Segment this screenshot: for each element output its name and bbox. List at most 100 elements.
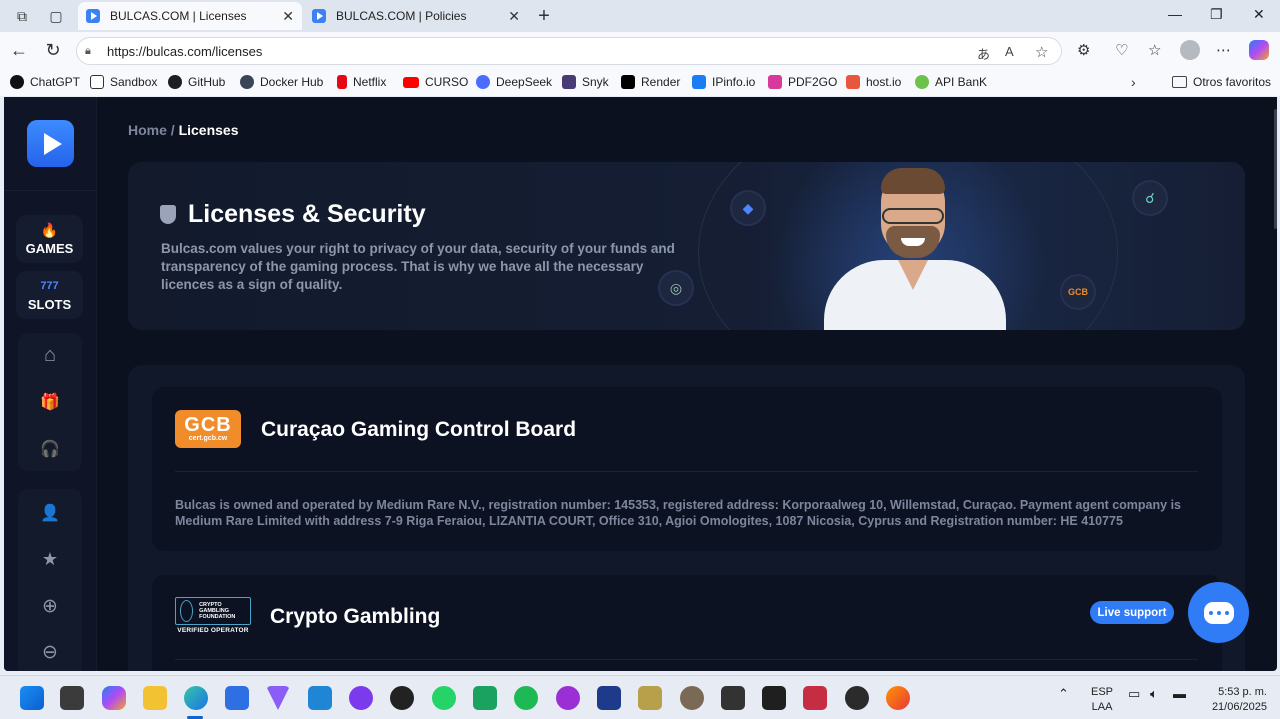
minimize-icon[interactable]: —: [1168, 6, 1182, 22]
bulcas-favicon-icon: [86, 9, 100, 23]
profile-avatar[interactable]: [1180, 40, 1200, 60]
crypto-gambling-foundation-logo[interactable]: CRYPTO GAMBLING FOUNDATION VERIFIED OPER…: [175, 597, 251, 639]
volume-icon[interactable]: 🔈︎: [1150, 686, 1158, 702]
page-scrollbar[interactable]: [1274, 109, 1277, 229]
home-icon[interactable]: ⌂: [18, 344, 82, 367]
p-app-icon[interactable]: [597, 686, 621, 710]
battery-icon[interactable]: ▬: [1173, 686, 1186, 701]
bookmark-pdf2go[interactable]: PDF2GO: [768, 75, 837, 89]
minus-circle-icon[interactable]: ⊖: [18, 641, 82, 664]
inkscape-icon[interactable]: [721, 686, 745, 710]
bookmark-deepseek[interactable]: DeepSeek: [476, 75, 552, 89]
bookmark-sandbox[interactable]: Sandbox: [90, 75, 157, 89]
star-icon[interactable]: ★: [18, 549, 82, 570]
flame-icon: 🔥: [40, 221, 59, 238]
firefox-icon[interactable]: [886, 686, 910, 710]
tab-licenses[interactable]: BULCAS.COM | Licenses ✕: [78, 2, 302, 30]
proton-vpn-icon[interactable]: [266, 686, 290, 710]
podcast-app-icon[interactable]: [556, 686, 580, 710]
game-app-icon[interactable]: [845, 686, 869, 710]
edge-icon[interactable]: [184, 686, 208, 710]
close-tab-icon[interactable]: ✕: [508, 8, 520, 25]
site-info-icon[interactable]: 🔒︎: [85, 45, 103, 58]
new-tab-icon[interactable]: +: [534, 5, 554, 27]
bookmark-netflix[interactable]: Netflix: [337, 75, 386, 89]
breadcrumb-home[interactable]: Home: [128, 122, 167, 138]
bookmark-api-bank[interactable]: API BanK: [915, 75, 987, 89]
chat-button[interactable]: [1188, 582, 1249, 643]
ufo-badge-icon: ☌: [1132, 180, 1168, 216]
chatgpt-app-icon[interactable]: [390, 686, 414, 710]
license-title: Curaçao Gaming Control Board: [261, 418, 577, 441]
url-input[interactable]: 🔒︎ https://bulcas.com/licenses あ A ☆: [76, 37, 1062, 65]
chevron-right-icon[interactable]: ›: [1131, 74, 1136, 90]
bookmark-render[interactable]: Render: [621, 75, 680, 89]
live-support-button[interactable]: Live support: [1090, 601, 1174, 624]
file-explorer-icon[interactable]: [143, 686, 167, 710]
close-window-icon[interactable]: ✕: [1253, 6, 1265, 23]
favorites-icon[interactable]: ☆: [1148, 41, 1161, 59]
favorite-star-icon[interactable]: ☆: [1035, 43, 1048, 61]
windows-start-icon[interactable]: [20, 686, 44, 710]
url-text: https://bulcas.com/licenses: [107, 43, 263, 59]
task-view-icon[interactable]: [60, 686, 84, 710]
deepseek-icon: [476, 75, 490, 89]
tab-title: BULCAS.COM | Licenses: [110, 9, 247, 23]
refresh-icon[interactable]: ↻: [42, 40, 64, 61]
gimp-icon[interactable]: [680, 686, 704, 710]
workspaces-icon[interactable]: ⧉: [12, 6, 32, 26]
tab-actions-icon[interactable]: ▢: [46, 6, 66, 26]
spotify-icon[interactable]: [514, 686, 538, 710]
hero-portrait-image: [824, 168, 1006, 330]
tab-strip: ⧉ ▢ BULCAS.COM | Licenses ✕ BULCAS.COM |…: [0, 0, 1280, 32]
cube-badge-icon: ◆: [730, 190, 766, 226]
copilot-icon[interactable]: [1249, 40, 1269, 60]
bookmark-github[interactable]: GitHub: [168, 75, 225, 89]
tray-chevron-up-icon[interactable]: ⌃: [1058, 686, 1069, 702]
bookmark-snyk[interactable]: Snyk: [562, 75, 609, 89]
sticky-notes-icon[interactable]: [762, 686, 786, 710]
bookmark-curso[interactable]: CURSO: [403, 75, 468, 89]
license-title: Crypto Gambling: [270, 605, 441, 628]
user-icon[interactable]: 👤: [18, 503, 82, 523]
access-app-icon[interactable]: [803, 686, 827, 710]
read-aloud-icon[interactable]: A: [1005, 44, 1014, 59]
maximize-icon[interactable]: ❐: [1210, 6, 1223, 23]
vscode-icon[interactable]: [308, 686, 332, 710]
sidebar-games[interactable]: 🔥 GAMES: [16, 215, 83, 263]
other-favorites[interactable]: Otros favoritos: [1172, 75, 1271, 89]
bookmark-docker-hub[interactable]: Docker Hub: [240, 75, 323, 89]
tab-policies[interactable]: BULCAS.COM | Policies ✕: [304, 2, 528, 30]
bookmark-chatgpt[interactable]: ChatGPT: [10, 75, 80, 89]
bookmark-ipinfo[interactable]: IPinfo.io: [692, 75, 755, 89]
sidebar-slots[interactable]: 777 SLOTS: [16, 271, 83, 319]
close-tab-icon[interactable]: ✕: [282, 8, 294, 25]
chat-bubble-icon: [1203, 601, 1234, 624]
docker-icon: [240, 75, 254, 89]
network-icon[interactable]: ▭: [1128, 686, 1140, 702]
system-clock[interactable]: 5:53 p. m. 21/06/2025: [1205, 685, 1267, 715]
gcb-logo[interactable]: GCB cert.gcb.cw: [175, 410, 241, 448]
gcb-badge-icon: GCB: [1060, 274, 1096, 310]
performance-icon[interactable]: ♡: [1115, 41, 1128, 59]
translate-icon[interactable]: あ: [977, 44, 990, 63]
whatsapp-icon[interactable]: [432, 686, 456, 710]
copilot-app-icon[interactable]: [102, 686, 126, 710]
wine-app-icon[interactable]: [638, 686, 662, 710]
vb-app-icon[interactable]: [473, 686, 497, 710]
breadcrumb-current: Licenses: [178, 122, 239, 138]
bulcas-logo[interactable]: [27, 120, 74, 167]
bookmark-hostio[interactable]: host.io: [846, 75, 901, 89]
seal-badge-icon: ◎: [658, 270, 694, 306]
extensions-icon[interactable]: ⚙: [1077, 41, 1090, 59]
store-icon[interactable]: [225, 686, 249, 710]
divider: [175, 471, 1198, 472]
back-icon[interactable]: ←: [8, 40, 30, 61]
github-desktop-icon[interactable]: [349, 686, 373, 710]
language-indicator[interactable]: ESP LAA: [1091, 685, 1113, 715]
plus-circle-icon[interactable]: ⊕: [18, 595, 82, 618]
gift-icon[interactable]: 🎁: [18, 392, 82, 412]
breadcrumb: Home / Licenses: [128, 122, 239, 138]
support-headset-icon[interactable]: 🎧: [18, 439, 82, 459]
more-menu-icon[interactable]: ⋯: [1216, 41, 1231, 59]
